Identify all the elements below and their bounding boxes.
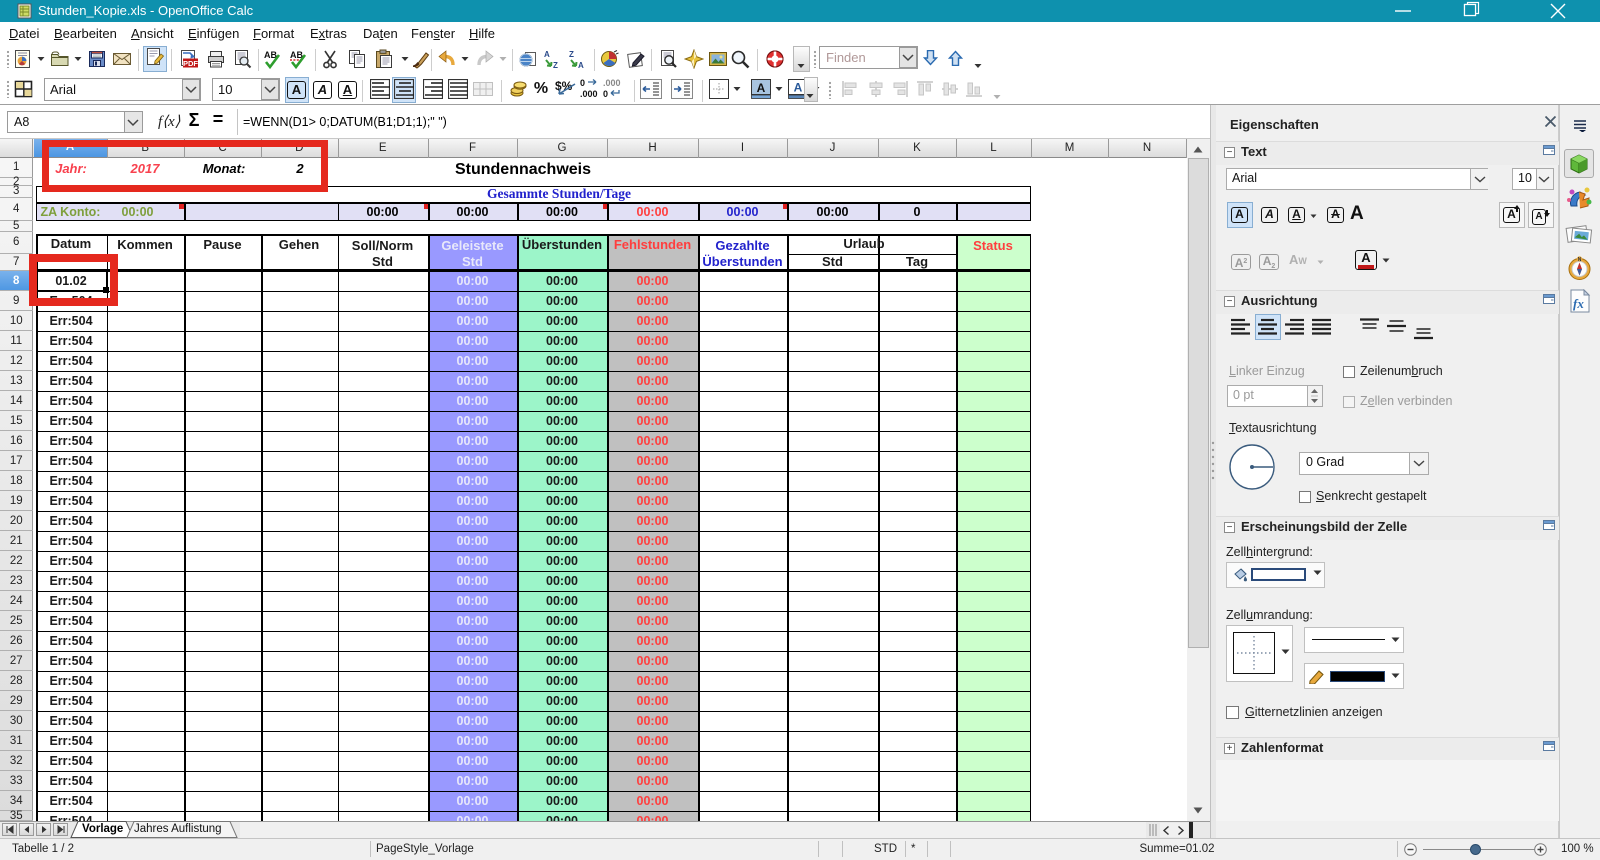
svg-text:0: 0 <box>603 89 608 99</box>
svg-text:A: A <box>794 81 803 95</box>
svg-text:A: A <box>544 50 550 59</box>
svg-text:.000: .000 <box>603 78 621 88</box>
svg-text:Z: Z <box>553 61 558 69</box>
svg-text:A: A <box>757 81 766 95</box>
svg-text:A: A <box>578 61 584 69</box>
svg-text:N: N <box>1578 257 1582 263</box>
svg-text:.000: .000 <box>580 89 598 99</box>
svg-text:fx: fx <box>1573 296 1584 311</box>
svg-text:PDF: PDF <box>183 59 198 68</box>
svg-text:Z: Z <box>569 50 574 59</box>
svg-text:0: 0 <box>580 78 585 88</box>
